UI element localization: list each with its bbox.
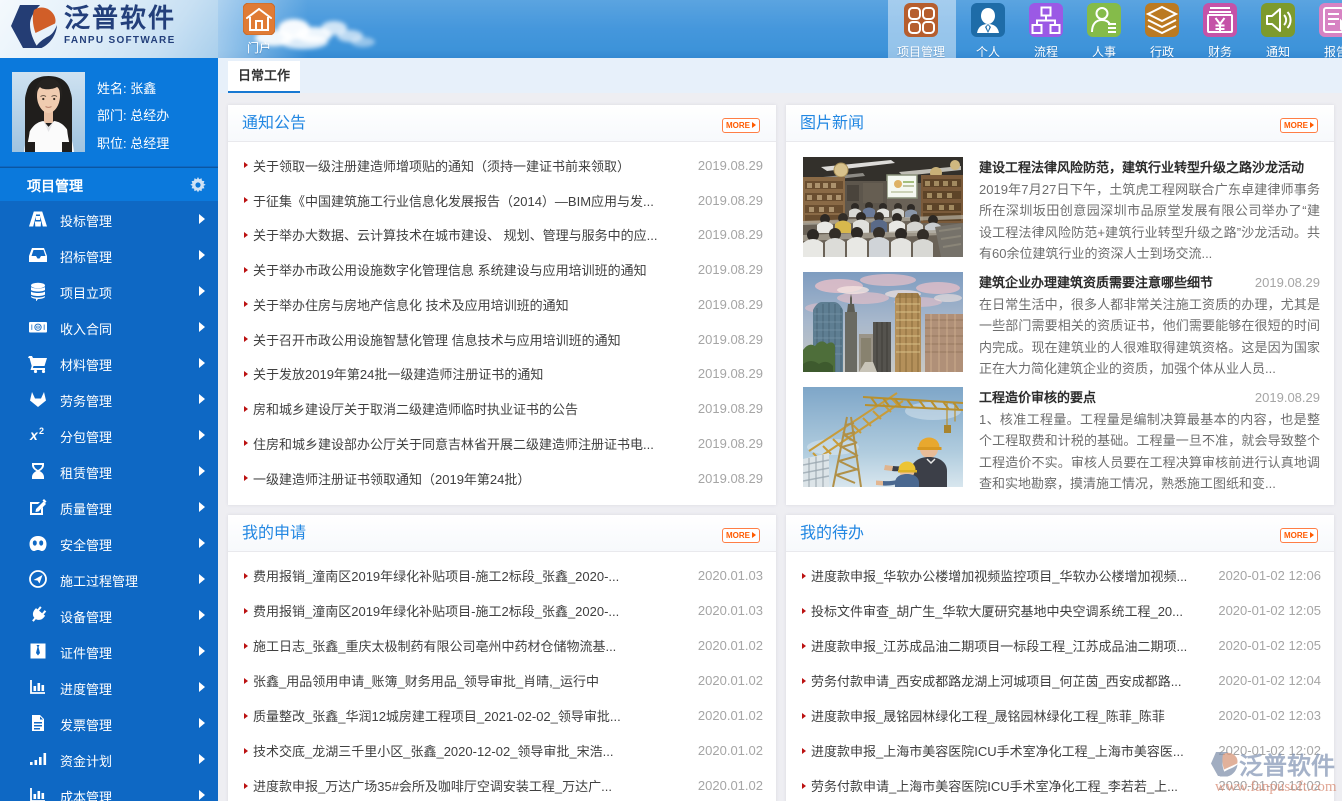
svg-text:www.fanpusoft.com: www.fanpusoft.com	[1215, 779, 1337, 795]
svg-text:x: x	[29, 427, 39, 443]
svg-text:2: 2	[39, 426, 44, 436]
svg-text:泛普软件: 泛普软件	[1239, 752, 1335, 780]
